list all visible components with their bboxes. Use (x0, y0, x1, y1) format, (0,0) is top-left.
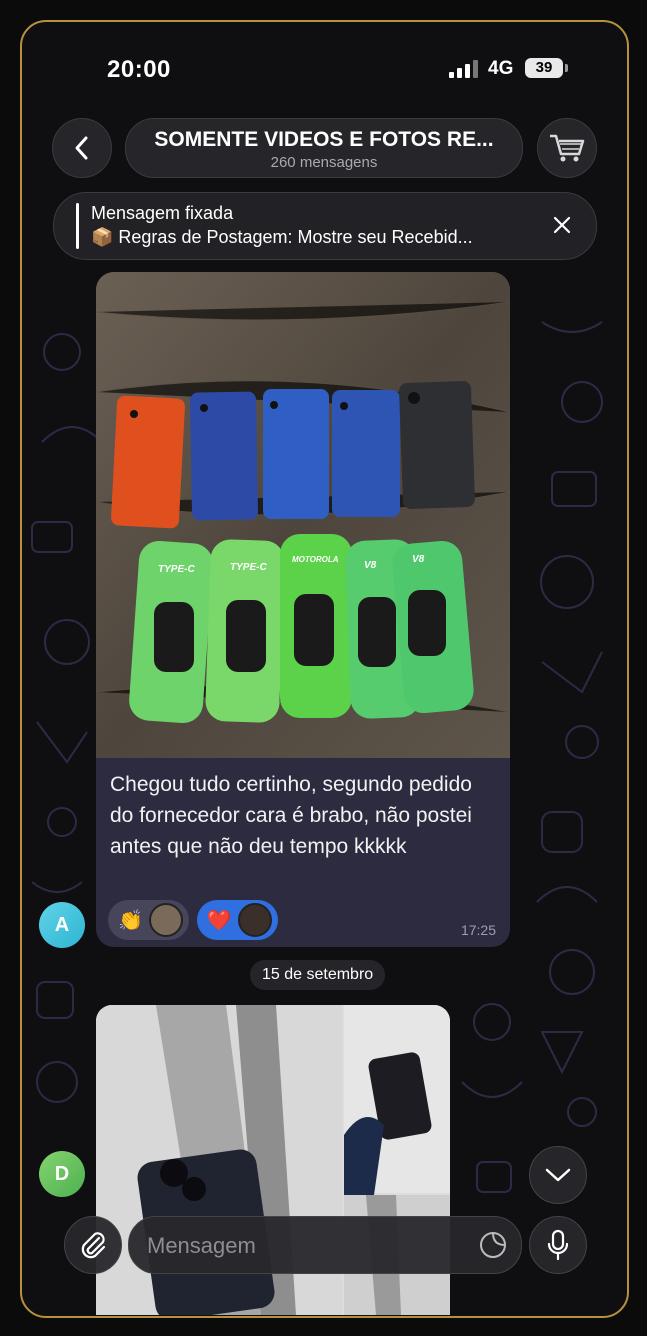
voice-record-button[interactable] (529, 1216, 587, 1274)
pinned-message-banner[interactable]: Mensagem fixada 📦 Regras de Postagem: Mo… (53, 192, 597, 260)
status-bar: 20:00 4G 39 (22, 22, 627, 117)
message-photo[interactable]: TYPE-C TYPE-C MOTOROLA V8 V8 (96, 272, 510, 758)
photo-label-4: V8 (364, 560, 377, 571)
sender-avatar-d[interactable]: D (39, 1151, 85, 1197)
message-input-field[interactable] (128, 1216, 522, 1275)
sender-avatar-a[interactable]: A (39, 902, 85, 948)
sticker-icon[interactable] (479, 1231, 507, 1259)
date-separator: 15 de setembro (250, 960, 386, 990)
message-bubble[interactable]: TYPE-C TYPE-C MOTOROLA V8 V8 Chegou tudo… (96, 272, 510, 947)
photo-label-2: TYPE-C (230, 562, 267, 573)
chevron-left-icon (75, 136, 88, 160)
message-time: 17:25 (460, 922, 496, 938)
chat-title: SOMENTE VIDEOS E FOTOS RE... (154, 128, 494, 151)
attach-button[interactable] (64, 1216, 122, 1274)
reaction-heart[interactable]: ❤️ (196, 900, 278, 940)
photo-label-3: MOTOROLA (292, 555, 339, 564)
pinned-text: 📦 Regras de Postagem: Mostre seu Recebid… (91, 227, 473, 247)
network-type: 4G (488, 58, 514, 79)
paperclip-icon (81, 1232, 106, 1259)
reactor-avatar (148, 903, 183, 937)
shopping-cart-icon (550, 134, 585, 162)
pinned-indicator (76, 203, 79, 249)
chat-avatar-button[interactable] (537, 118, 597, 178)
clap-emoji-icon: 👏 (118, 909, 143, 932)
pinned-label: Mensagem fixada (91, 203, 234, 223)
reactor-avatar (237, 903, 272, 937)
close-pinned-button[interactable] (548, 211, 576, 239)
microphone-icon (547, 1229, 569, 1261)
back-button[interactable] (52, 118, 112, 178)
scroll-to-bottom-button[interactable] (529, 1146, 587, 1204)
photo-label-5: V8 (412, 554, 425, 565)
signal-strength-icon (449, 60, 478, 78)
close-icon (553, 216, 571, 234)
battery-icon: 39 (525, 58, 568, 78)
heart-emoji-icon: ❤️ (206, 909, 232, 932)
reactions-row: 👏 ❤️ (108, 900, 278, 940)
photo-label-1: TYPE-C (158, 564, 195, 575)
phone-frame: 20:00 4G 39 SOMENTE VIDEOS E FOTOS RE...… (20, 20, 629, 1318)
status-time: 20:00 (107, 56, 171, 83)
reaction-clap[interactable]: 👏 (108, 900, 189, 940)
message-count: 260 mensagens (270, 154, 378, 171)
message-text: Chegou tudo certinho, segundo pedido do … (110, 773, 472, 858)
message-input[interactable] (145, 1217, 449, 1275)
chat-title-header[interactable]: SOMENTE VIDEOS E FOTOS RE... 260 mensage… (125, 118, 523, 178)
chevron-down-icon (545, 1168, 571, 1182)
